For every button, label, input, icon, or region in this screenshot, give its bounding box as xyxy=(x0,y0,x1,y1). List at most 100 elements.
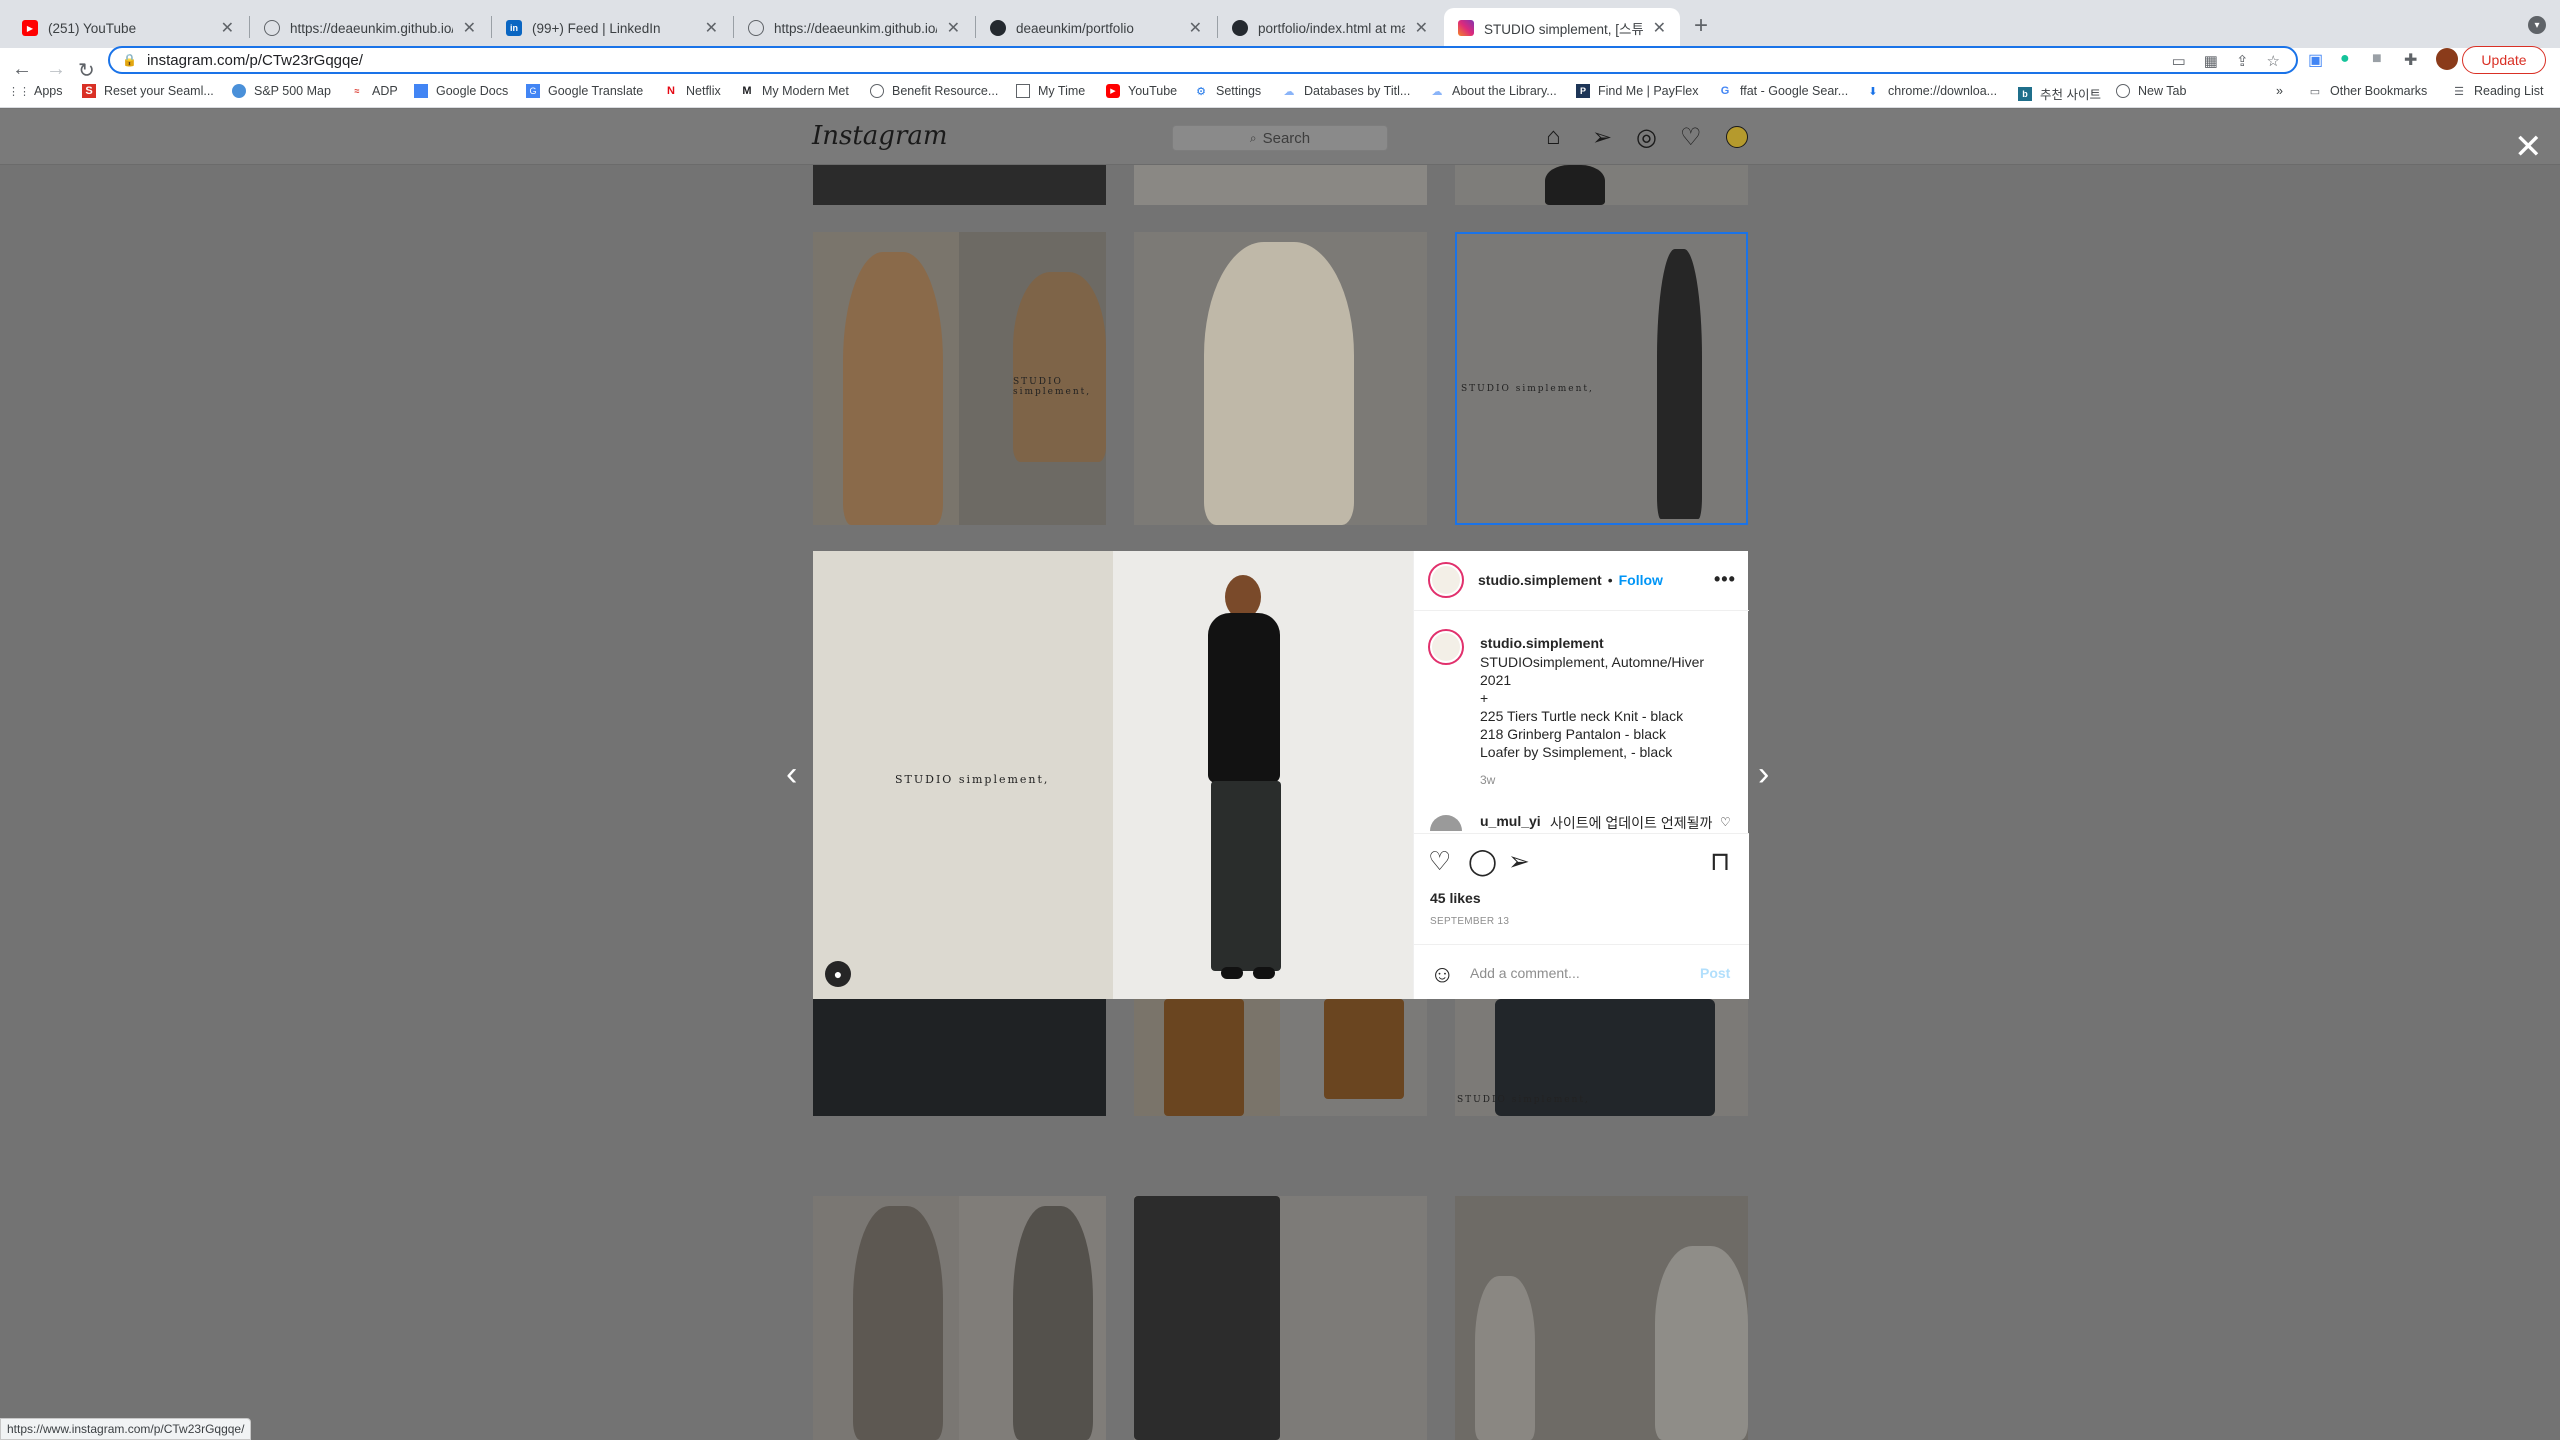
other-bookmarks[interactable]: ▭ Other Bookmarks xyxy=(2308,84,2427,98)
grid-post-tile[interactable]: STUDIO simplement, xyxy=(813,232,1106,525)
bookmark-seamless[interactable]: S Reset your Seaml... xyxy=(82,84,214,98)
author-avatar[interactable] xyxy=(1428,562,1464,598)
post-time-ago[interactable]: 3w xyxy=(1480,773,1495,787)
more-options-icon[interactable]: ••• xyxy=(1714,569,1736,590)
close-tab-icon[interactable]: ✕ xyxy=(705,18,718,38)
instagram-logo[interactable]: Instagram xyxy=(812,121,948,151)
share-paper-plane-icon[interactable]: ➢ xyxy=(1508,846,1530,877)
home-icon[interactable]: ⌂ xyxy=(1546,123,1561,151)
close-tab-icon[interactable]: ✕ xyxy=(1653,18,1666,38)
bookmark-payflex[interactable]: P Find Me | PayFlex xyxy=(1576,84,1699,98)
bookmark-adp[interactable]: ≈ ADP xyxy=(350,84,398,98)
close-tab-icon[interactable]: ✕ xyxy=(1189,18,1202,38)
like-heart-icon[interactable]: ♡ xyxy=(1428,846,1451,877)
grid-post-tile[interactable] xyxy=(813,165,1106,205)
close-tab-icon[interactable]: ✕ xyxy=(221,18,234,38)
bookmark-youtube[interactable]: ▶ YouTube xyxy=(1106,84,1177,98)
translate-extension-icon[interactable]: ▣ xyxy=(2308,50,2323,70)
previous-post-chevron-icon[interactable]: ‹ xyxy=(786,755,797,794)
grid-post-tile[interactable] xyxy=(1134,999,1427,1116)
bookmark-downloads[interactable]: ⬇ chrome://downloa... xyxy=(1866,84,1997,98)
grid-post-tile[interactable]: STUDIO simplement, xyxy=(1455,999,1748,1116)
puzzle-extensions-icon[interactable]: ✚ xyxy=(2404,50,2417,70)
bookmark-new-tab[interactable]: New Tab xyxy=(2116,84,2186,98)
download-icon: ⬇ xyxy=(1868,85,1878,98)
bookmark-google-translate[interactable]: G Google Translate xyxy=(526,84,643,98)
activity-heart-icon[interactable]: ♡ xyxy=(1680,123,1702,152)
bookmark-settings[interactable]: ⚙ Settings xyxy=(1194,84,1261,98)
new-tab-button[interactable]: + xyxy=(1694,12,1708,40)
tab-github-io-2[interactable]: https://deaeunkim.github.io/po ✕ xyxy=(734,8,974,48)
bookmark-my-modern-met[interactable]: M My Modern Met xyxy=(740,84,848,98)
bookmarks-overflow-chevron-icon[interactable]: » xyxy=(2276,84,2283,98)
bookmark-benefit-resource[interactable]: Benefit Resource... xyxy=(870,84,998,98)
address-bar[interactable]: 🔒 instagram.com/p/CTw23rGqgqe/ ▭ ▦ ⇪ ☆ xyxy=(108,46,2298,74)
share-icon[interactable]: ⇪ xyxy=(2236,52,2249,70)
tab-youtube[interactable]: ▶ (251) YouTube ✕ xyxy=(8,8,248,48)
author-username[interactable]: studio.simplement xyxy=(1478,572,1602,588)
profile-avatar[interactable] xyxy=(1726,126,1748,148)
search-input[interactable]: ⌕ Search xyxy=(1172,125,1388,151)
follow-button[interactable]: Follow xyxy=(1619,572,1663,588)
grid-post-tile[interactable] xyxy=(1134,1196,1427,1440)
emoji-icon[interactable]: ☺ xyxy=(1430,961,1455,989)
cloud-icon: ☁ xyxy=(1283,85,1295,98)
close-tab-icon[interactable]: ✕ xyxy=(1415,18,1428,38)
post-image[interactable]: STUDIO simplement, ● xyxy=(813,551,1413,999)
direct-messages-icon[interactable]: ➢ xyxy=(1592,123,1612,152)
likes-count[interactable]: 45 likes xyxy=(1430,890,1481,906)
add-comment-input[interactable]: Add a comment... xyxy=(1470,965,1580,981)
comment-like-heart-icon[interactable]: ♡ xyxy=(1720,815,1731,829)
caption-author-avatar[interactable] xyxy=(1428,629,1464,665)
comment-bubble-icon[interactable]: ◯ xyxy=(1468,846,1497,877)
update-button[interactable]: Update xyxy=(2462,46,2546,74)
user-tag-icon[interactable]: ● xyxy=(825,961,851,987)
qr-code-icon[interactable]: ▦ xyxy=(2204,52,2218,70)
profile-avatar[interactable] xyxy=(2436,48,2458,70)
cast-icon[interactable]: ▭ xyxy=(2172,52,2186,70)
commenter-avatar[interactable] xyxy=(1430,815,1462,831)
extension-icon[interactable]: ■ xyxy=(2372,50,2382,68)
bookmark-sp500[interactable]: S&P 500 Map xyxy=(232,84,331,98)
tab-github-portfolio[interactable]: deaeunkim/portfolio ✕ xyxy=(976,8,1216,48)
tab-title: portfolio/index.html at master xyxy=(1258,20,1405,36)
add-comment-bar: ☺ Add a comment... Post xyxy=(1414,944,1749,1000)
grid-post-tile[interactable] xyxy=(813,1196,1106,1440)
bookmark-netflix[interactable]: N Netflix xyxy=(664,84,721,98)
bookmark-apps[interactable]: ⋮⋮ Apps xyxy=(8,84,63,98)
translate-icon: G xyxy=(526,84,540,98)
caption-username[interactable]: studio.simplement xyxy=(1480,635,1604,651)
tab-instagram-active[interactable]: STUDIO simplement, [스튜디오 ✕ xyxy=(1444,8,1680,48)
grid-post-tile[interactable] xyxy=(1455,1196,1748,1440)
bookmark-my-time[interactable]: My Time xyxy=(1016,84,1085,98)
bookmark-databases[interactable]: ☁ Databases by Titl... xyxy=(1282,84,1411,98)
save-bookmark-icon[interactable]: ⊓ xyxy=(1710,846,1730,877)
reading-list[interactable]: ☰ Reading List xyxy=(2452,84,2543,98)
close-tab-icon[interactable]: ✕ xyxy=(947,18,960,38)
tab-github-io[interactable]: https://deaeunkim.github.io/po ✕ xyxy=(250,8,490,48)
lock-icon[interactable]: 🔒 xyxy=(122,53,137,67)
bookmark-recommended-sites[interactable]: b 추천 사이트 xyxy=(2018,84,2101,103)
grid-post-tile-selected[interactable]: STUDIO simplement, xyxy=(1455,232,1748,525)
tab-linkedin[interactable]: in (99+) Feed | LinkedIn ✕ xyxy=(492,8,732,48)
commenter-username[interactable]: u_mul_yi xyxy=(1480,813,1541,829)
bookmark-google-docs[interactable]: Google Docs xyxy=(414,84,508,98)
bookmark-about-library[interactable]: ☁ About the Library... xyxy=(1430,84,1557,98)
comment-item: u_mul_yi 사이트에 업데이트 언제될까 ♡ xyxy=(1430,813,1733,831)
instagram-page-overlay[interactable]: Instagram ⌕ Search ⌂ ➢ ◎ ♡ ✕ STUDIO simp… xyxy=(0,109,2560,1440)
url-text[interactable]: instagram.com/p/CTw23rGqgqe/ xyxy=(147,52,363,69)
grid-post-tile[interactable] xyxy=(813,999,1106,1116)
tab-search-icon[interactable]: ▾ xyxy=(2528,16,2546,34)
grid-post-tile[interactable] xyxy=(1455,165,1748,205)
close-tab-icon[interactable]: ✕ xyxy=(463,18,476,38)
grid-post-tile[interactable] xyxy=(1134,232,1427,525)
bookmark-star-icon[interactable]: ☆ xyxy=(2267,52,2280,70)
explore-compass-icon[interactable]: ◎ xyxy=(1636,123,1657,152)
bookmark-google-search[interactable]: Gffat - Google Sear... xyxy=(1718,84,1848,98)
next-post-chevron-icon[interactable]: › xyxy=(1758,755,1769,794)
grammarly-extension-icon[interactable]: ● xyxy=(2340,50,2350,68)
post-comment-button[interactable]: Post xyxy=(1700,965,1730,981)
close-modal-icon[interactable]: ✕ xyxy=(2514,127,2543,167)
grid-post-tile[interactable] xyxy=(1134,165,1427,205)
tab-github-index[interactable]: portfolio/index.html at master ✕ xyxy=(1218,8,1442,48)
